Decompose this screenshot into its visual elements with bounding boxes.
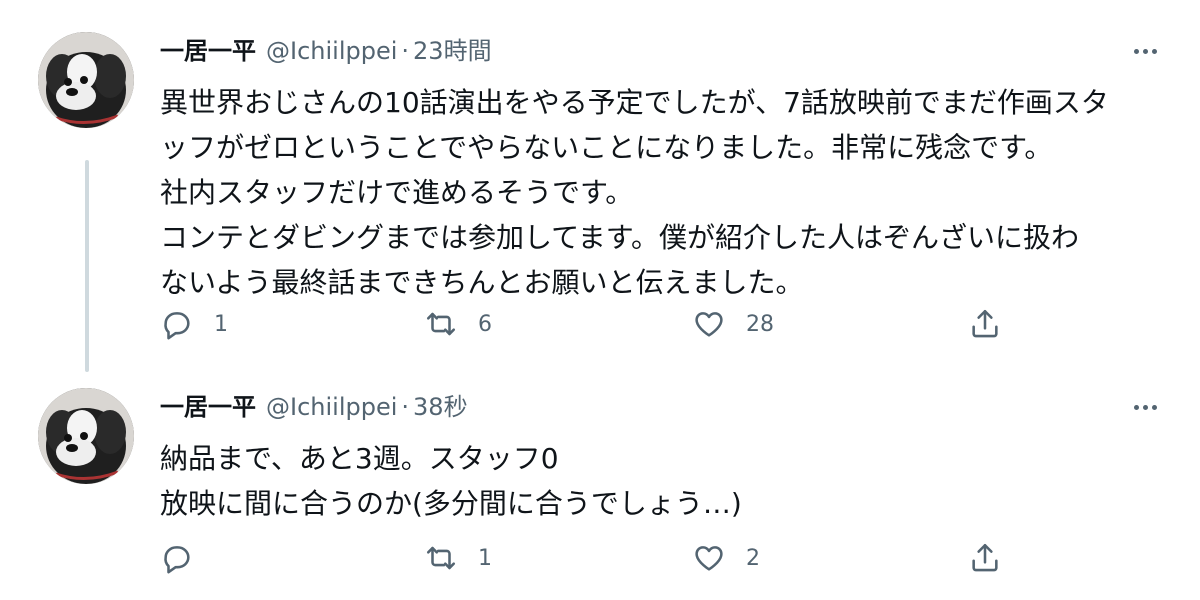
tweet-actions: 1 2 [160,538,1040,578]
like-button[interactable]: 2 [692,538,760,578]
tweet-text-line: 納品まで、あと3週。スタッフ0 [160,442,559,475]
retweet-count: 6 [478,311,492,337]
retweet-button[interactable]: 1 [424,538,492,578]
user-handle[interactable]: @Ichiilppei [266,34,397,68]
tweet-actions: 1 6 28 [160,304,1040,344]
retweet-icon [426,546,456,570]
tweet-text: 異世界おじさんの10話演出をやる予定でしたが、7話放映前でまだ作画スタ ッフがゼ… [160,80,1160,305]
user-handle[interactable]: @Ichiilppei [266,390,397,424]
heart-icon [695,546,723,571]
like-count: 28 [746,311,774,337]
reply-icon [164,312,190,340]
share-button[interactable] [968,538,1002,578]
more-options-icon[interactable] [1128,38,1162,64]
display-name[interactable]: 一居一平 [160,390,256,424]
like-button[interactable]: 28 [692,304,774,344]
share-button[interactable] [968,304,1002,344]
reply-button[interactable] [160,538,214,578]
tweet-header: 一居一平 @Ichiilppei · 23時間 [160,34,492,68]
tweet-text-line: コンテとダビングまでは参加してます。僕が紹介した人はぞんざいに扱わ [160,221,1079,254]
dog-avatar-icon[interactable] [38,388,134,484]
retweet-icon [426,312,456,336]
tweet-text: 納品まで、あと3週。スタッフ0 放映に間に合うのか(多分間に合うでしょう…) [160,436,1160,526]
tweet-text-line: 異世界おじさんの10話演出をやる予定でしたが、7話放映前でまだ作画スタ [160,86,1109,119]
share-icon [972,309,998,338]
more-options-icon[interactable] [1128,394,1162,420]
heart-icon [695,312,723,337]
thread-connector-line [85,160,89,372]
reply-button[interactable]: 1 [160,304,228,344]
like-count: 2 [746,545,760,571]
reply-icon [164,546,190,574]
retweet-count: 1 [478,545,492,571]
separator-dot: · [401,37,410,65]
tweet-thread: 一居一平 @Ichiilppei · 23時間 異世界おじさんの10話演出をやる… [0,0,1200,600]
retweet-button[interactable]: 6 [424,304,492,344]
tweet-text-line: ッフがゼロということでやらないことになりました。非常に残念です。 [160,131,1053,164]
dog-avatar-icon[interactable] [38,32,134,128]
tweet[interactable]: 一居一平 @Ichiilppei · 38秒 納品まで、あと3週。スタッフ0 放… [0,378,1200,600]
timestamp[interactable]: 23時間 [413,34,492,68]
share-icon [972,543,998,572]
separator-dot: · [401,393,410,421]
reply-count: 1 [214,311,228,337]
tweet-text-line: ないよう最終話まできちんとお願いと伝えました。 [160,266,804,299]
tweet-text-line: 放映に間に合うのか(多分間に合うでしょう…) [160,487,742,520]
tweet[interactable]: 一居一平 @Ichiilppei · 23時間 異世界おじさんの10話演出をやる… [0,20,1200,380]
display-name[interactable]: 一居一平 [160,34,256,68]
tweet-header: 一居一平 @Ichiilppei · 38秒 [160,390,468,424]
timestamp[interactable]: 38秒 [413,390,468,424]
tweet-text-line: 社内スタッフだけで進めるそうです。 [160,176,634,209]
